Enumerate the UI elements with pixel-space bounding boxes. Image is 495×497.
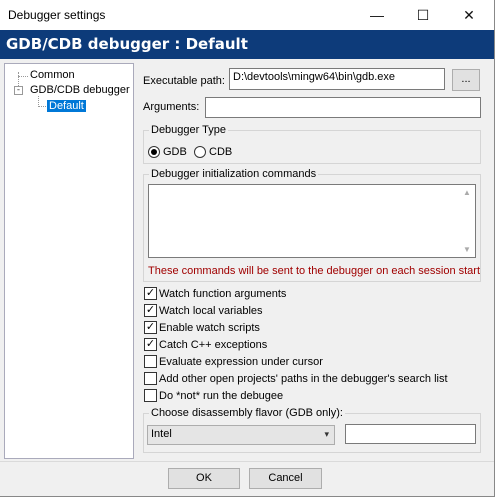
init-commands-title: Debugger initialization commands (149, 168, 319, 180)
browse-button[interactable]: ... (452, 69, 480, 91)
tree-item-default[interactable]: Default (47, 100, 86, 112)
settings-tree: Common - GDB/CDB debugger Default (4, 63, 134, 459)
close-icon: ✕ (463, 6, 475, 23)
settings-header-title: GDB/CDB debugger : Default (6, 35, 248, 53)
title-bar: Debugger settings — ☐ ✕ (0, 0, 494, 30)
cdb-radio-label: CDB (209, 146, 233, 158)
footer-divider (0, 461, 494, 462)
catch-cpp-exceptions-label: Catch C++ exceptions (159, 339, 268, 351)
debugger-settings-dialog: Debugger settings — ☐ ✕ GDB/CDB debugger… (0, 0, 495, 497)
watch-local-variables-checkbox[interactable]: ✓ (144, 304, 157, 317)
watch-function-arguments-label: Watch function arguments (159, 288, 287, 300)
init-commands-textarea[interactable]: ▲ ▼ (148, 184, 476, 258)
collapse-icon[interactable]: - (14, 86, 23, 95)
gdb-radio[interactable] (148, 146, 160, 158)
enable-watch-scripts-checkbox[interactable]: ✓ (144, 321, 157, 334)
disassembly-flavor-value: Intel (151, 428, 172, 440)
scroll-up-icon[interactable]: ▲ (463, 188, 471, 197)
cdb-radio[interactable] (194, 146, 206, 158)
ok-button[interactable]: OK (168, 468, 240, 489)
settings-header: GDB/CDB debugger : Default (0, 30, 494, 59)
arguments-label: Arguments: (143, 101, 200, 113)
add-project-paths-checkbox[interactable] (144, 372, 157, 385)
maximize-button[interactable]: ☐ (400, 0, 446, 30)
watch-local-variables-label: Watch local variables (159, 305, 263, 317)
enable-watch-scripts-label: Enable watch scripts (159, 322, 260, 334)
do-not-run-debugee-label: Do *not* run the debugee (159, 390, 284, 402)
minimize-icon: — (370, 7, 384, 23)
disassembly-extra-field[interactable] (345, 424, 476, 444)
init-commands-scrollbar[interactable]: ▲ ▼ (459, 185, 475, 257)
tree-connector-line (38, 106, 46, 107)
catch-cpp-exceptions-checkbox[interactable]: ✓ (144, 338, 157, 351)
cancel-button[interactable]: Cancel (249, 468, 322, 489)
minimize-button[interactable]: — (354, 0, 400, 30)
do-not-run-debugee-checkbox[interactable] (144, 389, 157, 402)
tree-item-common[interactable]: Common (30, 69, 75, 81)
window-title: Debugger settings (8, 8, 106, 22)
executable-path-label: Executable path: (143, 75, 225, 87)
tree-item-gdb-cdb-debugger[interactable]: GDB/CDB debugger (30, 84, 130, 96)
maximize-icon: ☐ (416, 6, 430, 23)
add-project-paths-label: Add other open projects' paths in the de… (159, 373, 448, 385)
init-commands-note: These commands will be sent to the debug… (148, 265, 481, 277)
close-button[interactable]: ✕ (446, 0, 492, 30)
watch-function-arguments-checkbox[interactable]: ✓ (144, 287, 157, 300)
tree-connector-line (18, 76, 28, 77)
disassembly-flavor-select[interactable]: Intel ▾ (147, 425, 335, 445)
arguments-field[interactable] (205, 97, 481, 118)
debugger-type-title: Debugger Type (149, 124, 229, 136)
executable-path-field[interactable]: D:\devtools\mingw64\bin\gdb.exe (229, 68, 445, 90)
evaluate-expression-label: Evaluate expression under cursor (159, 356, 323, 368)
evaluate-expression-checkbox[interactable] (144, 355, 157, 368)
chevron-down-icon: ▾ (324, 429, 329, 439)
scroll-down-icon[interactable]: ▼ (463, 245, 471, 254)
disassembly-title: Choose disassembly flavor (GDB only): (149, 407, 345, 419)
gdb-radio-label: GDB (163, 146, 187, 158)
